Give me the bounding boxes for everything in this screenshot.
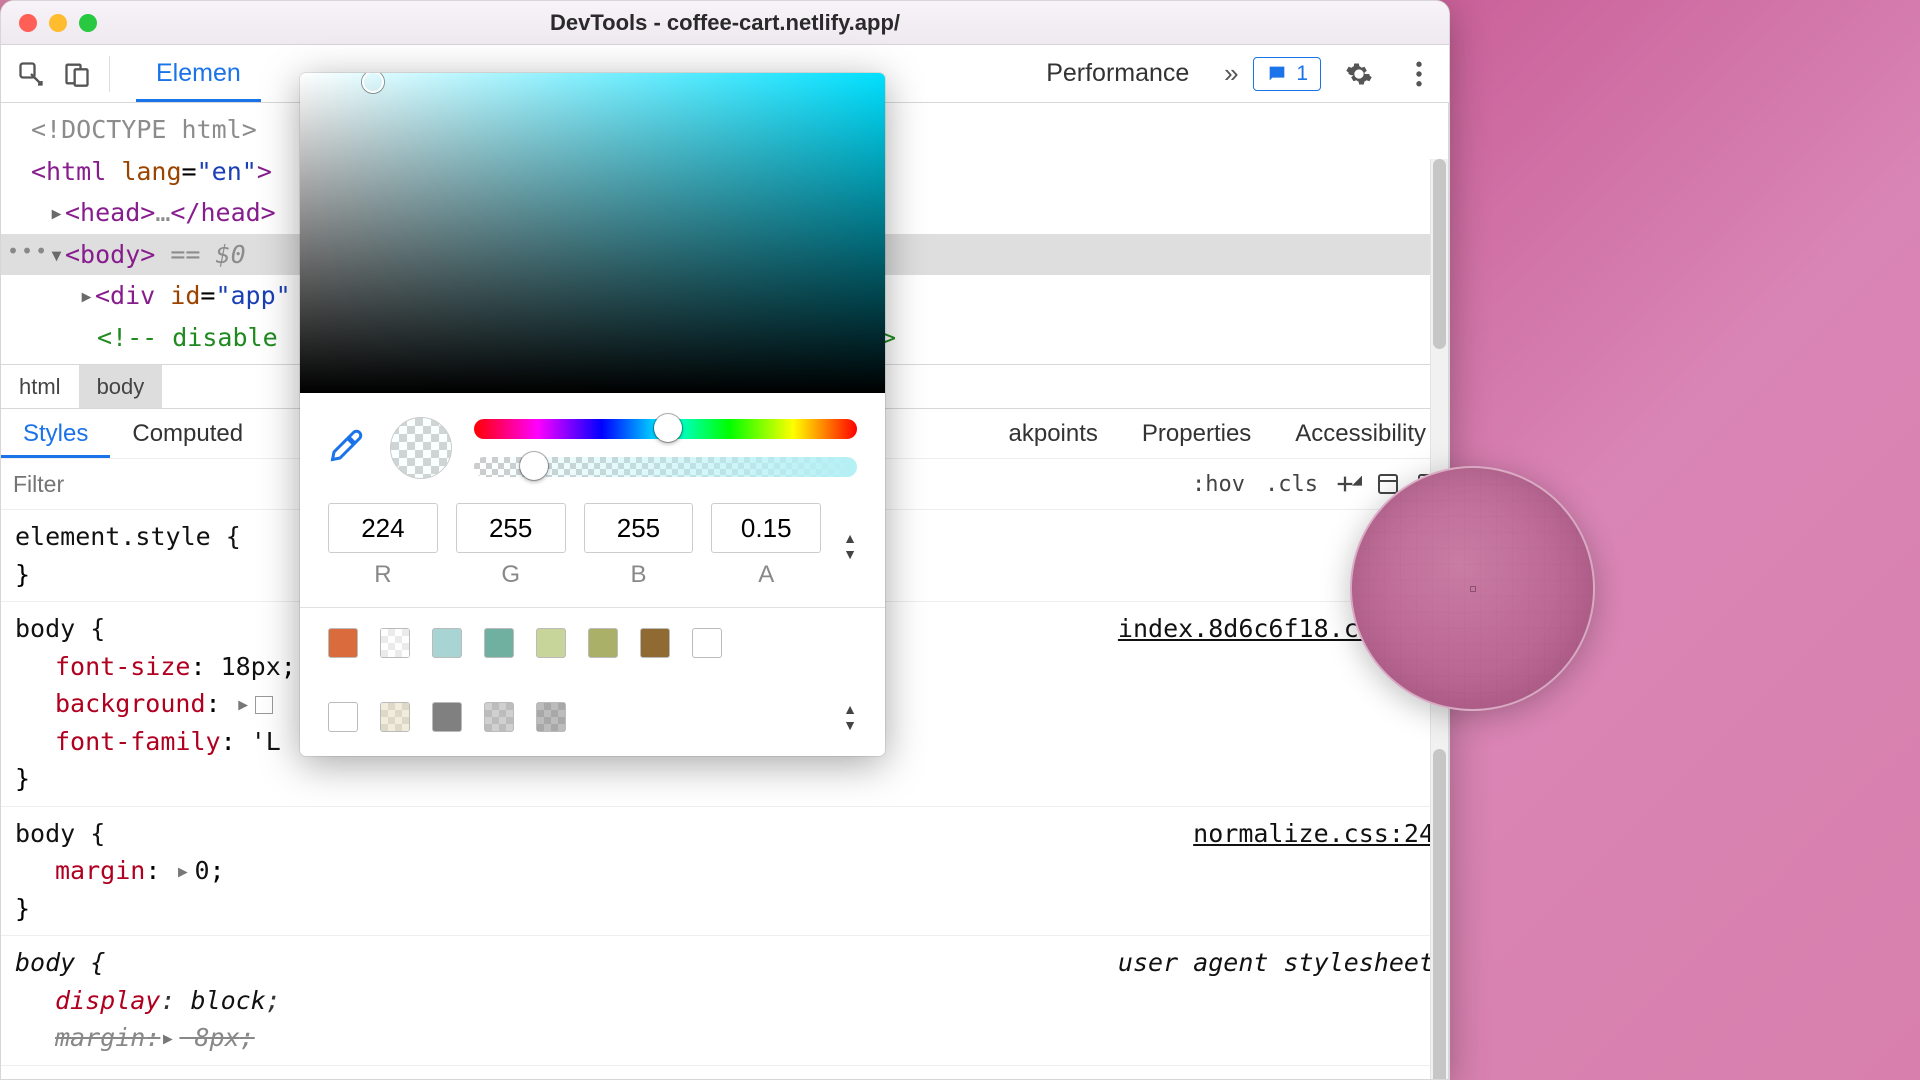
new-style-rule-icon[interactable]: ◢ [1328,473,1368,495]
rgba-inputs: R G B A ▲▼ [300,503,885,597]
inspect-element-icon[interactable] [9,52,53,96]
palette-swatch[interactable] [328,702,358,732]
scrollbar-thumb-bottom[interactable] [1433,749,1446,1080]
alpha-handle[interactable] [520,452,548,480]
eyedropper-icon[interactable] [328,428,368,468]
crumb-body[interactable]: body [79,365,163,408]
palette-swatch[interactable] [328,628,358,658]
r-input[interactable] [328,503,438,553]
issues-button[interactable]: 1 [1253,57,1321,91]
palette-swatch[interactable] [640,628,670,658]
hov-toggle[interactable]: :hov [1182,472,1255,497]
hue-slider[interactable] [474,419,857,439]
dom-body-suffix: == $0 [155,240,245,269]
scrollbar-thumb-top[interactable] [1433,159,1446,349]
palette-swatch[interactable] [380,702,410,732]
color-preview [390,417,452,479]
kebab-menu-icon[interactable] [1397,52,1441,96]
palette-switcher-icon[interactable]: ▲▼ [843,704,857,730]
crumb-html[interactable]: html [1,365,79,408]
subtab-styles[interactable]: Styles [1,409,110,458]
palette-swatch[interactable] [432,628,462,658]
subtab-computed[interactable]: Computed [110,409,265,458]
subtab-accessibility[interactable]: Accessibility [1273,409,1448,458]
ua-label: user agent stylesheet [1118,944,1434,982]
settings-gear-icon[interactable] [1337,52,1381,96]
palette-swatch[interactable] [536,702,566,732]
palette-swatch[interactable] [692,628,722,658]
palette-swatch[interactable] [536,628,566,658]
cls-toggle[interactable]: .cls [1255,472,1328,497]
issues-count: 1 [1296,62,1308,86]
alpha-slider[interactable] [474,457,857,477]
palette-swatch[interactable] [484,628,514,658]
palette-swatch[interactable] [484,702,514,732]
sv-handle[interactable] [362,73,384,93]
format-switcher-icon[interactable]: ▲▼ [843,533,857,559]
palette-swatch[interactable] [380,628,410,658]
selected-row-menu-icon[interactable]: ••• [7,236,49,266]
a-input[interactable] [711,503,821,553]
window-title: DevTools - coffee-cart.netlify.app/ [1,10,1449,36]
eyedropper-magnifier[interactable] [1350,466,1595,711]
source-link[interactable]: normalize.css:24 [1193,815,1434,853]
window-titlebar: DevTools - coffee-cart.netlify.app/ [1,1,1449,45]
dom-doctype: <!DOCTYPE html> [31,115,257,144]
tab-elements[interactable]: Elemen [136,45,261,102]
panel-tabs: Elemen [136,45,261,102]
rule-user-agent-body[interactable]: user agent stylesheet body { display: bl… [1,936,1448,1066]
g-input[interactable] [456,503,566,553]
subtab-properties[interactable]: Properties [1120,409,1273,458]
rule-normalize-body[interactable]: normalize.css:24 body { margin: ▸0; } [1,807,1448,937]
more-tabs-icon[interactable]: » [1211,58,1251,89]
palette-swatches: ▲▼ [300,618,885,756]
hue-handle[interactable] [654,414,682,442]
color-picker-popover: R G B A ▲▼ ▲▼ [300,73,885,756]
palette-swatch[interactable] [432,702,462,732]
subtab-breakpoints[interactable]: akpoints [987,409,1120,458]
b-input[interactable] [584,503,694,553]
saturation-value-area[interactable] [300,73,885,393]
palette-swatch[interactable] [588,628,618,658]
tab-performance[interactable]: Performance [1026,59,1209,88]
device-toolbar-icon[interactable] [55,52,99,96]
